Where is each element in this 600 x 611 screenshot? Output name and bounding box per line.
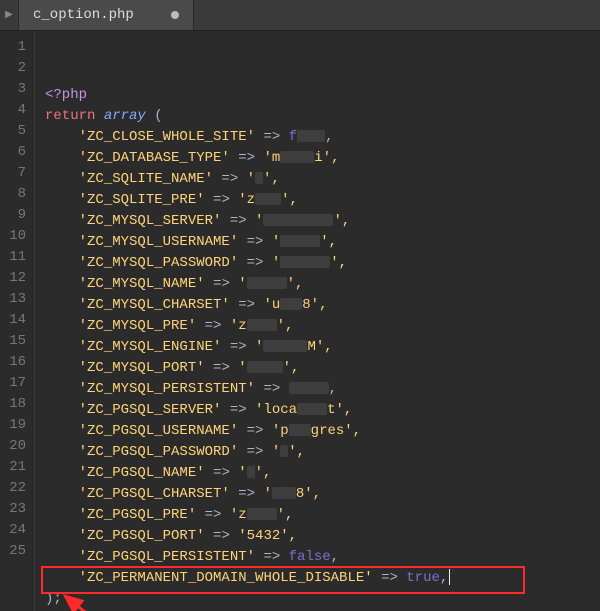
unsaved-dot-icon [171, 11, 179, 19]
line-number-gutter: 1234567891011121314151617181920212223242… [0, 31, 35, 611]
code-line[interactable]: return array ( [45, 106, 600, 127]
line-number: 2 [4, 58, 26, 79]
code-line[interactable]: 'ZC_MYSQL_NAME' => '', [45, 274, 600, 295]
line-number: 8 [4, 184, 26, 205]
code-line[interactable]: 'ZC_MYSQL_PASSWORD' => '', [45, 253, 600, 274]
line-number: 22 [4, 478, 26, 499]
text-cursor [449, 569, 450, 585]
line-number: 21 [4, 457, 26, 478]
line-number: 1 [4, 37, 26, 58]
line-number: 18 [4, 394, 26, 415]
line-number: 14 [4, 310, 26, 331]
line-number: 11 [4, 247, 26, 268]
line-number: 12 [4, 268, 26, 289]
line-number: 7 [4, 163, 26, 184]
code-line[interactable]: 'ZC_PGSQL_PASSWORD' => '', [45, 442, 600, 463]
code-line[interactable]: <?php [45, 85, 600, 106]
line-number: 24 [4, 520, 26, 541]
code-line[interactable]: 'ZC_MYSQL_CHARSET' => 'u8', [45, 295, 600, 316]
line-number: 10 [4, 226, 26, 247]
line-number: 15 [4, 331, 26, 352]
line-number: 23 [4, 499, 26, 520]
line-number: 4 [4, 100, 26, 121]
code-line[interactable]: 'ZC_PGSQL_PORT' => '5432', [45, 526, 600, 547]
file-tab[interactable]: c_option.php [19, 0, 194, 30]
line-number: 20 [4, 436, 26, 457]
code-line[interactable]: 'ZC_MYSQL_PORT' => '', [45, 358, 600, 379]
line-number: 25 [4, 541, 26, 562]
file-tab-label: c_option.php [33, 7, 134, 23]
line-number: 6 [4, 142, 26, 163]
code-line[interactable]: 'ZC_MYSQL_ENGINE' => 'M', [45, 337, 600, 358]
code-line[interactable]: 'ZC_PGSQL_CHARSET' => '8', [45, 484, 600, 505]
line-number: 17 [4, 373, 26, 394]
code-line[interactable]: 'ZC_MYSQL_PERSISTENT' => , [45, 379, 600, 400]
line-number: 13 [4, 289, 26, 310]
line-number: 9 [4, 205, 26, 226]
line-number: 3 [4, 79, 26, 100]
code-area[interactable]: <?phpreturn array ( 'ZC_CLOSE_WHOLE_SITE… [35, 31, 600, 611]
code-line[interactable]: 'ZC_SQLITE_PRE' => 'z', [45, 190, 600, 211]
code-line[interactable]: 'ZC_PGSQL_USERNAME' => 'pgres', [45, 421, 600, 442]
tab-bar: ▶ c_option.php [0, 0, 600, 31]
code-line[interactable]: 'ZC_MYSQL_PRE' => 'z', [45, 316, 600, 337]
code-line[interactable]: 'ZC_PGSQL_PERSISTENT' => false, [45, 547, 600, 568]
code-line[interactable]: ); [45, 589, 600, 610]
code-line[interactable]: 'ZC_DATABASE_TYPE' => 'mi', [45, 148, 600, 169]
code-line[interactable]: 'ZC_MYSQL_SERVER' => '', [45, 211, 600, 232]
code-line[interactable]: 'ZC_PGSQL_PRE' => 'z', [45, 505, 600, 526]
line-number: 5 [4, 121, 26, 142]
line-number: 19 [4, 415, 26, 436]
line-number: 16 [4, 352, 26, 373]
code-editor[interactable]: 1234567891011121314151617181920212223242… [0, 31, 600, 611]
code-line[interactable]: 'ZC_MYSQL_USERNAME' => '', [45, 232, 600, 253]
code-line[interactable]: 'ZC_SQLITE_NAME' => '', [45, 169, 600, 190]
code-line[interactable]: 'ZC_PGSQL_NAME' => '', [45, 463, 600, 484]
code-line[interactable]: 'ZC_CLOSE_WHOLE_SITE' => f, [45, 127, 600, 148]
code-line[interactable]: 'ZC_PERMANENT_DOMAIN_WHOLE_DISABLE' => t… [45, 568, 600, 589]
tab-handle-icon[interactable]: ▶ [0, 0, 19, 30]
code-line[interactable]: 'ZC_PGSQL_SERVER' => 'locat', [45, 400, 600, 421]
